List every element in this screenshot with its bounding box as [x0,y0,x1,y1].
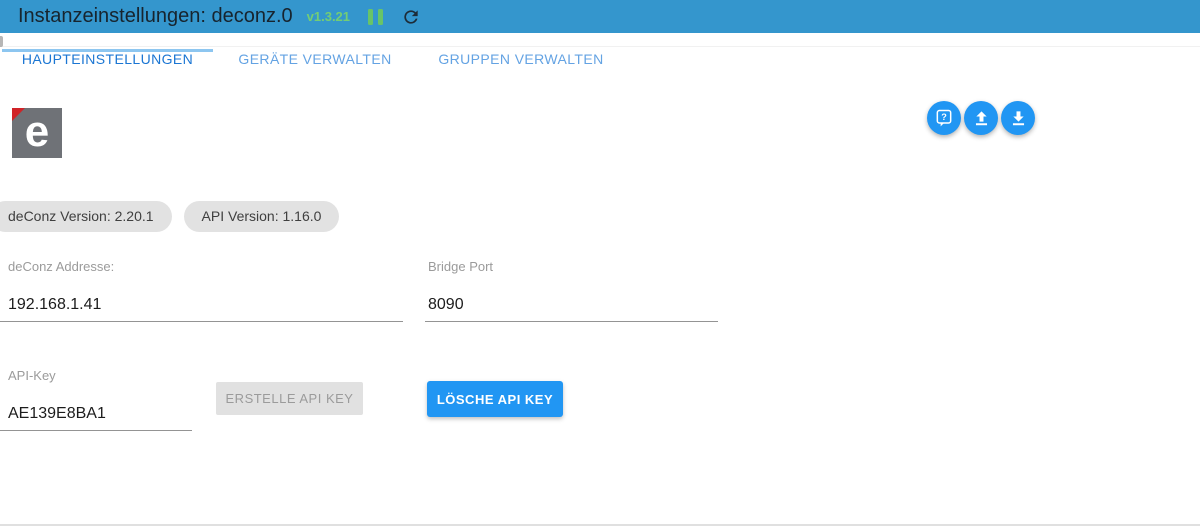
tab-haupteinstellungen[interactable]: HAUPTEINSTELLUNGEN [2,33,213,85]
svg-text:?: ? [941,112,947,122]
download-button[interactable] [1001,101,1035,135]
refresh-icon [404,9,418,24]
tab-bar: HAUPTEINSTELLUNGEN GERÄTE VERWALTEN GRUP… [0,33,1200,85]
fab-toolbar: ? [927,101,1035,135]
create-api-key-button: ERSTELLE API KEY [216,382,363,415]
help-icon: ? [936,109,952,127]
deconz-address-input[interactable] [0,288,403,322]
pause-bar [368,8,374,25]
scrollbar-fragment [0,36,3,47]
download-icon [1012,110,1024,125]
chip-deconz-version: deConz Version: 2.20.1 [0,201,172,232]
tab-gruppen-verwalten[interactable]: GRUPPEN VERWALTEN [417,33,625,85]
api-key-input[interactable] [0,397,192,431]
deconz-logo: e [12,108,62,158]
api-key-label: API-Key [8,368,56,383]
api-key-field: API-Key [0,368,192,431]
tab-geraete-verwalten[interactable]: GERÄTE VERWALTEN [213,33,417,85]
pause-bar [378,8,384,25]
bridge-port-input[interactable] [425,288,718,322]
deconz-address-label: deConz Addresse: [8,259,115,274]
chip-api-version: API Version: 1.16.0 [183,201,340,232]
bridge-port-label: Bridge Port [428,259,494,274]
help-button[interactable]: ? [927,101,961,135]
header-bar: Instanzeinstellungen: deconz.0 v1.3.21 [0,0,1200,33]
upload-icon [975,110,987,125]
page-title: Instanzeinstellungen: deconz.0 [18,5,293,27]
upload-button[interactable] [964,101,998,135]
delete-api-key-button[interactable]: LÖSCHE API KEY [427,381,563,417]
active-tab-indicator [2,49,213,52]
logo-corner-triangle [12,108,25,121]
deconz-address-field: deConz Addresse: [0,259,403,322]
pause-icon[interactable] [368,8,384,25]
bridge-port-field: Bridge Port [425,259,718,322]
refresh-button[interactable] [400,6,422,28]
instance-settings-page: Instanzeinstellungen: deconz.0 v1.3.21 H… [0,0,1200,526]
version-badge: v1.3.21 [306,9,351,24]
tab-divider [0,46,1200,47]
version-chip-row: deConz Version: 2.20.1 API Version: 1.16… [0,201,340,232]
